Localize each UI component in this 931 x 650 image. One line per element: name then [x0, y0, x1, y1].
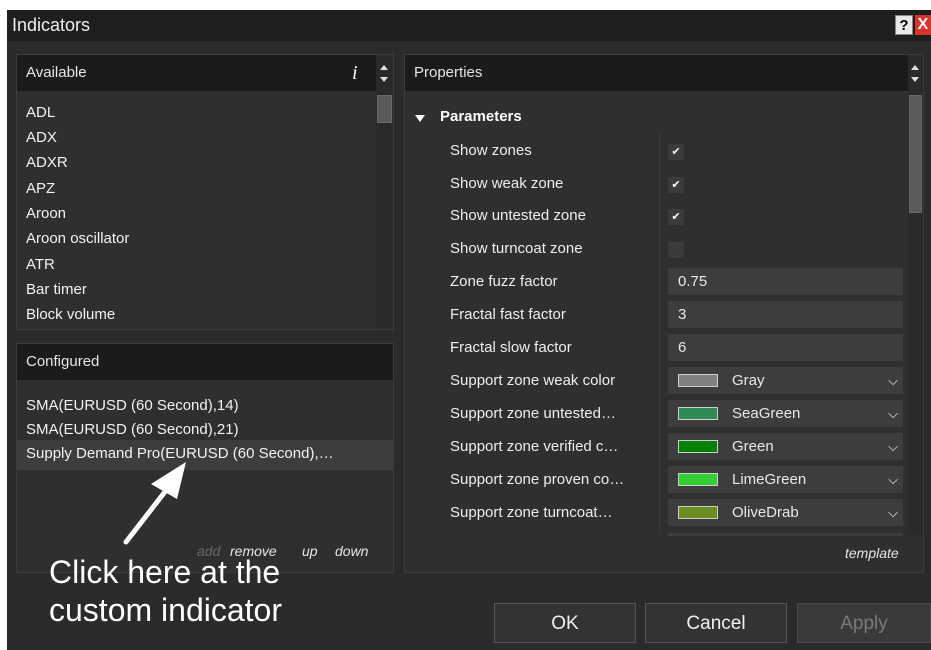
annotation-line-1: Click here at the — [49, 554, 281, 590]
annotation-text: Click here at the custom indicator — [49, 553, 282, 629]
annotation-line-2: custom indicator — [49, 592, 282, 628]
